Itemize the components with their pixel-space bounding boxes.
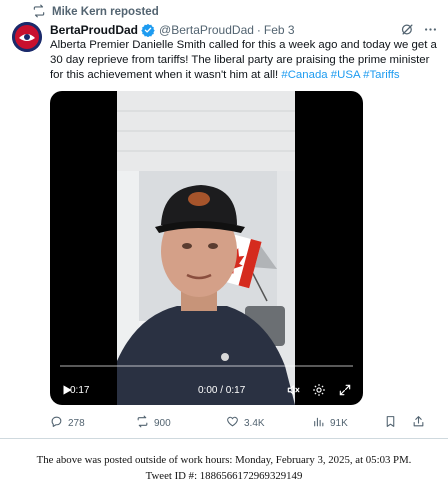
repost-icon xyxy=(32,4,46,21)
caption-footer: The above was posted outside of work hou… xyxy=(0,452,448,484)
hashtag-canada[interactable]: #Canada xyxy=(281,69,327,81)
video-frame xyxy=(117,91,295,405)
tweet-date[interactable]: Feb 3 xyxy=(264,23,295,37)
caption-posted-time: The above was posted outside of work hou… xyxy=(36,454,412,466)
bookmark-icon xyxy=(384,415,397,431)
settings-gear-icon[interactable] xyxy=(312,383,326,397)
reply-icon xyxy=(50,415,63,431)
hashtag-usa[interactable]: #USA xyxy=(331,69,360,81)
views-button[interactable]: 91K xyxy=(312,415,348,431)
heart-icon xyxy=(226,415,239,431)
video-controls: 0:17 0:00 / 0:17 xyxy=(50,375,363,405)
video-elapsed-label: 0:17 xyxy=(70,384,90,396)
footer-divider xyxy=(0,438,448,439)
repost-action-icon xyxy=(136,415,149,431)
header-separator: · xyxy=(256,23,261,37)
video-time-display: 0:00 / 0:17 xyxy=(198,384,246,396)
views-chart-icon xyxy=(312,415,325,431)
share-button[interactable] xyxy=(412,415,425,431)
bookmark-button[interactable] xyxy=(384,415,397,431)
author-handle[interactable]: @BertaProudDad xyxy=(159,23,254,37)
tweet-header: BertaProudDad @BertaProudDad · Feb 3 xyxy=(50,22,438,38)
avatar[interactable] xyxy=(12,22,42,52)
caption-tweet-id: Tweet ID #: 1886566172969329149 xyxy=(145,470,303,482)
mute-icon[interactable] xyxy=(286,383,300,397)
video-player[interactable]: 0:17 0:00 / 0:17 xyxy=(50,91,363,405)
like-button[interactable]: 3.4K xyxy=(226,415,265,431)
author-display-name[interactable]: BertaProudDad xyxy=(50,23,138,37)
reply-count: 278 xyxy=(68,417,85,429)
repost-indicator[interactable]: Mike Kern reposted xyxy=(32,4,159,21)
tweet-text: Alberta Premier Danielle Smith called fo… xyxy=(50,38,440,83)
like-count: 3.4K xyxy=(244,417,265,429)
share-icon xyxy=(412,415,425,431)
hashtag-tariffs[interactable]: #Tariffs xyxy=(363,69,400,81)
avatar-logo-icon xyxy=(12,22,42,52)
views-count: 91K xyxy=(330,417,348,429)
repost-label: Mike Kern reposted xyxy=(52,6,159,18)
repost-button[interactable]: 900 xyxy=(136,415,171,431)
fullscreen-icon[interactable] xyxy=(338,383,352,397)
video-progress-bar[interactable] xyxy=(60,365,353,367)
verified-badge-icon[interactable] xyxy=(141,23,155,37)
tweet-action-bar: 278 900 3.4K 91K xyxy=(50,415,440,431)
repost-count: 900 xyxy=(154,417,171,429)
reply-button[interactable]: 278 xyxy=(50,415,85,431)
